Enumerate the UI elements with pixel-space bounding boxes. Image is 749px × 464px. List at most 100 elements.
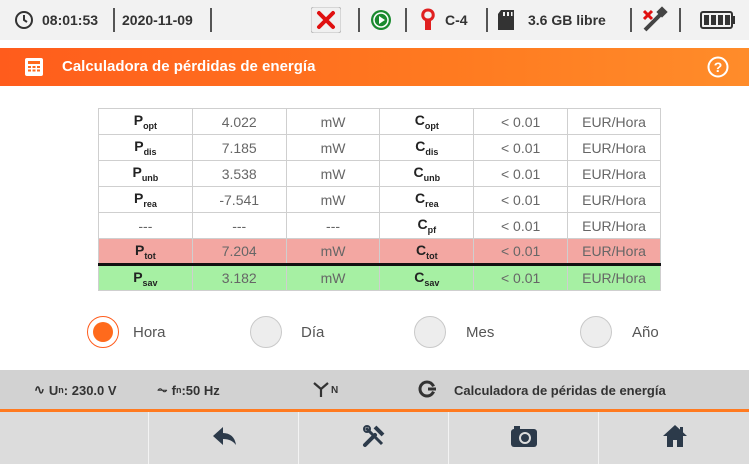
frequency-readout: ⏦ f n:50 Hz: [157, 370, 220, 410]
bottom-toolbar: [0, 412, 749, 464]
power-value: 3.538: [191, 160, 287, 187]
power-unit: mW: [285, 160, 381, 187]
energy-calc-icon: [418, 379, 438, 402]
frequency-icon: ⏦: [157, 382, 168, 397]
back-button[interactable]: [150, 412, 299, 464]
cost-unit: EUR/Hora: [567, 264, 661, 291]
cost-value: < 0.01: [473, 238, 569, 265]
cost-symbol: Csav: [379, 264, 475, 291]
separator: [113, 8, 115, 32]
home-icon: [662, 424, 688, 453]
power-symbol: Popt: [98, 108, 193, 135]
power-symbol: Psav: [98, 264, 193, 291]
screenshot-button[interactable]: [450, 412, 599, 464]
cost-value: < 0.01: [473, 212, 569, 239]
energy-loss-table: Popt 4.022 mW Copt < 0.01 EUR/Hora Pdis 7.185 mW…: [98, 108, 661, 291]
frequency-value: :50 Hz: [181, 382, 220, 398]
usb-disconnected-icon: [640, 0, 670, 40]
radio-day[interactable]: Día: [250, 316, 324, 348]
network-type-icon: N: [312, 370, 338, 410]
power-unit: ---: [285, 212, 381, 239]
radio-label-year: Año: [632, 323, 659, 341]
energy-calc-status: Calculadora de péridas de energía: [418, 370, 666, 410]
radio-year[interactable]: Año: [580, 316, 659, 348]
power-symbol: Ptot: [98, 238, 193, 265]
table-row: --- --- --- Cpf < 0.01 EUR/Hora: [98, 212, 661, 239]
power-symbol: Punb: [98, 160, 193, 187]
svg-text:?: ?: [714, 59, 723, 75]
table-row: Prea -7.541 mW Crea < 0.01 EUR/Hora: [98, 186, 661, 213]
power-unit: mW: [285, 264, 381, 291]
separator: [405, 8, 407, 32]
cost-unit: EUR/Hora: [567, 238, 661, 265]
cost-symbol: Cpf: [379, 212, 475, 239]
camera-icon: [510, 424, 538, 453]
separator: [679, 8, 681, 32]
separator: [210, 8, 212, 32]
page-title: Calculadora de pérdidas de energía: [62, 58, 316, 75]
radio-circle[interactable]: [250, 316, 282, 348]
cost-symbol: Cunb: [379, 160, 475, 187]
home-button[interactable]: [600, 412, 749, 464]
separator: [630, 8, 632, 32]
cost-value: < 0.01: [473, 264, 569, 291]
sd-card-icon: [498, 0, 514, 40]
table-row: Pdis 7.185 mW Cdis < 0.01 EUR/Hora: [98, 134, 661, 161]
power-unit: mW: [285, 134, 381, 161]
radio-circle[interactable]: [580, 316, 612, 348]
separator: [486, 8, 488, 32]
energy-calc-label: Calculadora de péridas de energía: [454, 382, 666, 398]
ac-wave-icon: ∿: [34, 382, 45, 397]
cost-symbol: Ctot: [379, 238, 475, 265]
title-bar: Calculadora de pérdidas de energía ?: [0, 48, 749, 86]
help-icon[interactable]: ?: [707, 56, 729, 83]
voltage-value: : 230.0 V: [63, 382, 117, 398]
radio-month[interactable]: Mes: [414, 316, 494, 348]
status-time: 08:01:53: [42, 12, 99, 28]
cost-unit: EUR/Hora: [567, 212, 661, 239]
cost-value: < 0.01: [473, 134, 569, 161]
memory-free: 3.6 GB libre: [528, 12, 606, 28]
status-date: 2020-11-09: [122, 12, 193, 28]
table-row: Psav 3.182 mW Csav < 0.01 EUR/Hora: [98, 264, 661, 291]
status-bar: 08:01:53 2020-11-09 C-4 3.6 GB libre: [0, 0, 749, 40]
power-value: 7.185: [191, 134, 287, 161]
power-unit: mW: [285, 108, 381, 135]
power-unit: mW: [285, 238, 381, 265]
clock-icon: [14, 0, 34, 40]
table-row: Punb 3.538 mW Cunb < 0.01 EUR/Hora: [98, 160, 661, 187]
voltage-readout: ∿ Un: 230.0 V: [34, 370, 117, 410]
cost-symbol: Crea: [379, 186, 475, 213]
clamp-icon: [419, 0, 437, 40]
calculator-icon: [24, 57, 44, 82]
table-row: Popt 4.022 mW Copt < 0.01 EUR/Hora: [98, 108, 661, 135]
power-value: 4.022: [191, 108, 287, 135]
cost-unit: EUR/Hora: [567, 108, 661, 135]
radio-label-hour: Hora: [133, 323, 166, 341]
cost-symbol: Cdis: [379, 134, 475, 161]
settings-button[interactable]: [300, 412, 449, 464]
cost-unit: EUR/Hora: [567, 134, 661, 161]
radio-hour[interactable]: Hora: [87, 316, 166, 348]
cost-value: < 0.01: [473, 160, 569, 187]
power-value: -7.541: [191, 186, 287, 213]
power-symbol: ---: [98, 212, 193, 239]
battery-icon: [700, 0, 736, 40]
cost-value: < 0.01: [473, 108, 569, 135]
empty-button[interactable]: [0, 412, 149, 464]
cost-unit: EUR/Hora: [567, 160, 661, 187]
power-symbol: Pdis: [98, 134, 193, 161]
error-close-icon[interactable]: [311, 0, 341, 40]
power-value: 7.204: [191, 238, 287, 265]
cost-symbol: Copt: [379, 108, 475, 135]
network-sub: N: [331, 384, 339, 396]
power-value: 3.182: [191, 264, 287, 291]
power-unit: mW: [285, 186, 381, 213]
radio-label-month: Mes: [466, 323, 495, 341]
radio-circle[interactable]: [414, 316, 446, 348]
voltage-label: U: [48, 382, 59, 398]
table-row: Ptot 7.204 mW Ctot < 0.01 EUR/Hora: [98, 238, 661, 265]
channel-label: C-4: [445, 12, 468, 28]
radio-circle-selected[interactable]: [87, 316, 119, 348]
radio-label-day: Día: [301, 323, 325, 341]
